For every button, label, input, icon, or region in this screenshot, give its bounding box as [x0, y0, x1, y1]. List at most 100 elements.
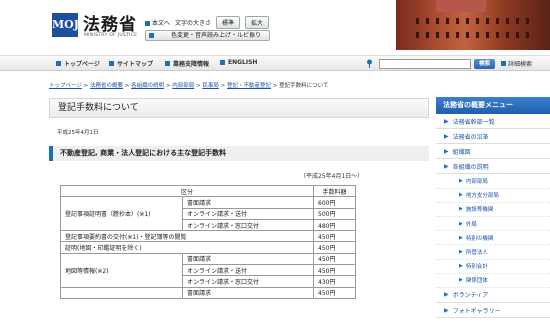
sidebar-item-label: フォトギャラリー — [452, 307, 501, 315]
search-button[interactable]: 検索 — [474, 59, 495, 69]
arrow-right-icon: ▶ — [444, 132, 449, 140]
sidebar-subitem-special-accounts[interactable]: ▶ 特別会計 — [436, 260, 550, 274]
nav-item-label: ENGLISH — [228, 59, 258, 66]
sidebar-subitem-corporations[interactable]: ▶ 所管法人 — [436, 245, 550, 260]
row-method: オンライン請求・送付 — [182, 264, 314, 277]
row-group-label: 地図等情報(※2) — [60, 252, 183, 288]
info-icon — [165, 61, 170, 66]
row-fee: 600円 — [313, 196, 356, 209]
row-group-label: 登記事項要約書の交付(※1)・登記簿等の閲覧 — [60, 230, 314, 243]
sidebar-subitem-special[interactable]: ▶ 特別の機関 — [436, 231, 550, 246]
row-method: オンライン請求・窓口交付 — [182, 275, 314, 288]
row-method: 書面請求 — [182, 286, 314, 299]
nav-item-label: トップページ — [64, 61, 100, 68]
sidebar-item-label: 地方支分部局 — [465, 193, 499, 200]
breadcrumb-link[interactable]: トップページ — [49, 83, 82, 89]
sidebar-item-label: 関係団体 — [465, 278, 488, 285]
sidebar-subitem-regional[interactable]: ▶ 地方支分部局 — [436, 189, 550, 203]
nav-item-label: サイトマップ — [117, 61, 154, 68]
arrow-right-icon: ▶ — [444, 306, 449, 314]
breadcrumb-separator: > — [124, 83, 130, 89]
sitemap-icon — [109, 61, 114, 66]
row-group-label: 登記事項証明書（謄抄本）(※1) — [60, 196, 183, 232]
utility-row: 本文へ 文字の大きさ 標準 拡大 — [145, 16, 270, 29]
site-header: MOJ 法務省 MINISTRY OF JUSTICE 本文へ 文字の大きさ 標… — [0, 0, 550, 50]
global-nav: トップページ サイトマップ 業務支障情報 ENGLISH 検索 詳細検索 — [0, 55, 550, 71]
skip-to-content-link[interactable]: 本文へ — [145, 18, 170, 27]
sidebar-item-label: 外局 — [465, 221, 477, 228]
page-title: 登記手数料について — [49, 98, 429, 118]
nav-item-service-info[interactable]: 業務支障情報 — [165, 59, 209, 68]
nav-item-english[interactable]: ENGLISH — [220, 59, 257, 66]
sidebar-item-label: 施設等機関 — [465, 207, 494, 214]
home-icon — [56, 61, 61, 66]
sidebar-item-history[interactable]: ▶ 法務省の沿革 — [436, 129, 550, 145]
header-fee: 手数料額 — [313, 184, 356, 198]
nav-item-label: 業務支障情報 — [173, 61, 210, 68]
building-photo — [396, 0, 550, 50]
sidebar-subitem-external[interactable]: ▶ 外局 — [436, 217, 550, 232]
fee-table: 区分 手数料額 登記事項証明書（謄抄本）(※1) 書面請求 600円 オンライン… — [60, 184, 356, 299]
sidebar-subitem-facilities[interactable]: ▶ 施設等機関 — [436, 203, 550, 217]
nav-item-top[interactable]: トップページ — [56, 59, 100, 68]
arrow-right-icon: ▶ — [444, 291, 449, 299]
advanced-search-label: 詳細検索 — [508, 61, 533, 68]
row-method: 書面請求 — [182, 196, 314, 209]
sidebar-item-label: 法務省幹部一覧 — [452, 118, 495, 126]
font-enlarge-button[interactable]: 拡大 — [245, 16, 270, 29]
sidebar-subitem-internal[interactable]: ▶ 内部部局 — [436, 174, 550, 189]
table-row: 登記事項要約書の交付(※1)・登記簿等の閲覧 450円 — [60, 230, 356, 243]
table-header-row: 区分 手数料額 — [60, 184, 356, 198]
square-bullet-icon — [149, 33, 154, 38]
row-fee: 450円 — [313, 252, 356, 266]
row-method: オンライン請求・送付 — [182, 207, 314, 220]
site-title[interactable]: 法務省 — [83, 10, 137, 35]
moj-logo[interactable]: MOJ — [52, 13, 79, 37]
table-row: 登記事項証明書（謄抄本）(※1) 書面請求 600円 — [60, 196, 356, 232]
sidebar-menu: ▶ 法務省幹部一覧 ▶ 法務省の沿革 ▶ 組織図 ▶ 各組織の説明 ▶ 内部部局 ▶ 地方支… — [436, 114, 550, 319]
row-method: オンライン請求・窓口交付 — [182, 218, 314, 232]
arrow-right-icon: ▶ — [459, 248, 463, 255]
breadcrumb-separator: > — [165, 83, 171, 89]
site-subtitle: MINISTRY OF JUSTICE — [84, 33, 138, 38]
breadcrumb-current: 登記手数料について — [279, 83, 329, 89]
globe-icon — [220, 60, 225, 65]
font-standard-button[interactable]: 標準 — [216, 16, 241, 29]
search-pin-icon — [367, 59, 372, 68]
fee-effective-note: （平成25年4月1日～） — [300, 173, 364, 180]
skip-link-label: 本文へ — [152, 20, 171, 27]
row-fee: 430円 — [313, 275, 356, 288]
arrow-right-icon: ▶ — [444, 162, 449, 170]
sidebar-item-label: 特別会計 — [465, 264, 488, 271]
arrow-right-icon: ▶ — [459, 177, 463, 184]
breadcrumb-separator: > — [272, 83, 278, 89]
nav-item-sitemap[interactable]: サイトマップ — [109, 59, 153, 68]
sidebar-item-photo-gallery[interactable]: ▶ フォトギャラリー — [436, 303, 550, 319]
sidebar-subitem-related-orgs[interactable]: ▶ 関係団体 — [436, 274, 550, 288]
sidebar-item-org-chart[interactable]: ▶ 組織図 — [436, 144, 550, 160]
publish-date: 平成25年4月1日 — [57, 130, 99, 136]
sidebar-item-volunteer[interactable]: ▶ ボランティア — [436, 288, 550, 303]
breadcrumb-link[interactable]: 内部部局 — [172, 83, 194, 89]
accessibility-bar-label: 色変更・音声読み上げ・ルビ振り — [171, 32, 262, 39]
arrow-right-icon: ▶ — [459, 277, 463, 284]
arrow-right-icon: ▶ — [444, 117, 449, 125]
breadcrumb-link[interactable]: 民事局 — [202, 83, 219, 89]
search-input[interactable] — [379, 59, 471, 69]
accessibility-bar[interactable]: 色変更・音声読み上げ・ルビ振り — [145, 30, 270, 41]
table-row: 書面請求 450円 — [60, 286, 356, 299]
row-group-label: 証明(地図・印鑑証明を除く) — [60, 241, 314, 254]
sidebar-item-executives[interactable]: ▶ 法務省幹部一覧 — [436, 114, 550, 130]
breadcrumb-separator: > — [220, 83, 226, 89]
breadcrumb-link[interactable]: 各組織の説明 — [131, 83, 164, 89]
row-group-label — [60, 286, 183, 299]
sidebar-item-label: 法務省の沿革 — [452, 133, 489, 141]
sidebar-item-org-description[interactable]: ▶ 各組織の説明 — [436, 159, 550, 175]
breadcrumb-separator: > — [196, 83, 201, 89]
arrow-right-icon: ▶ — [444, 147, 449, 155]
breadcrumb-link[interactable]: 法務省の概要 — [90, 83, 123, 89]
breadcrumb-link[interactable]: 登記・不動産登記 — [227, 83, 271, 89]
row-fee: 450円 — [313, 230, 356, 243]
square-bullet-icon — [145, 21, 150, 26]
advanced-search-link[interactable]: 詳細検索 — [501, 59, 532, 68]
